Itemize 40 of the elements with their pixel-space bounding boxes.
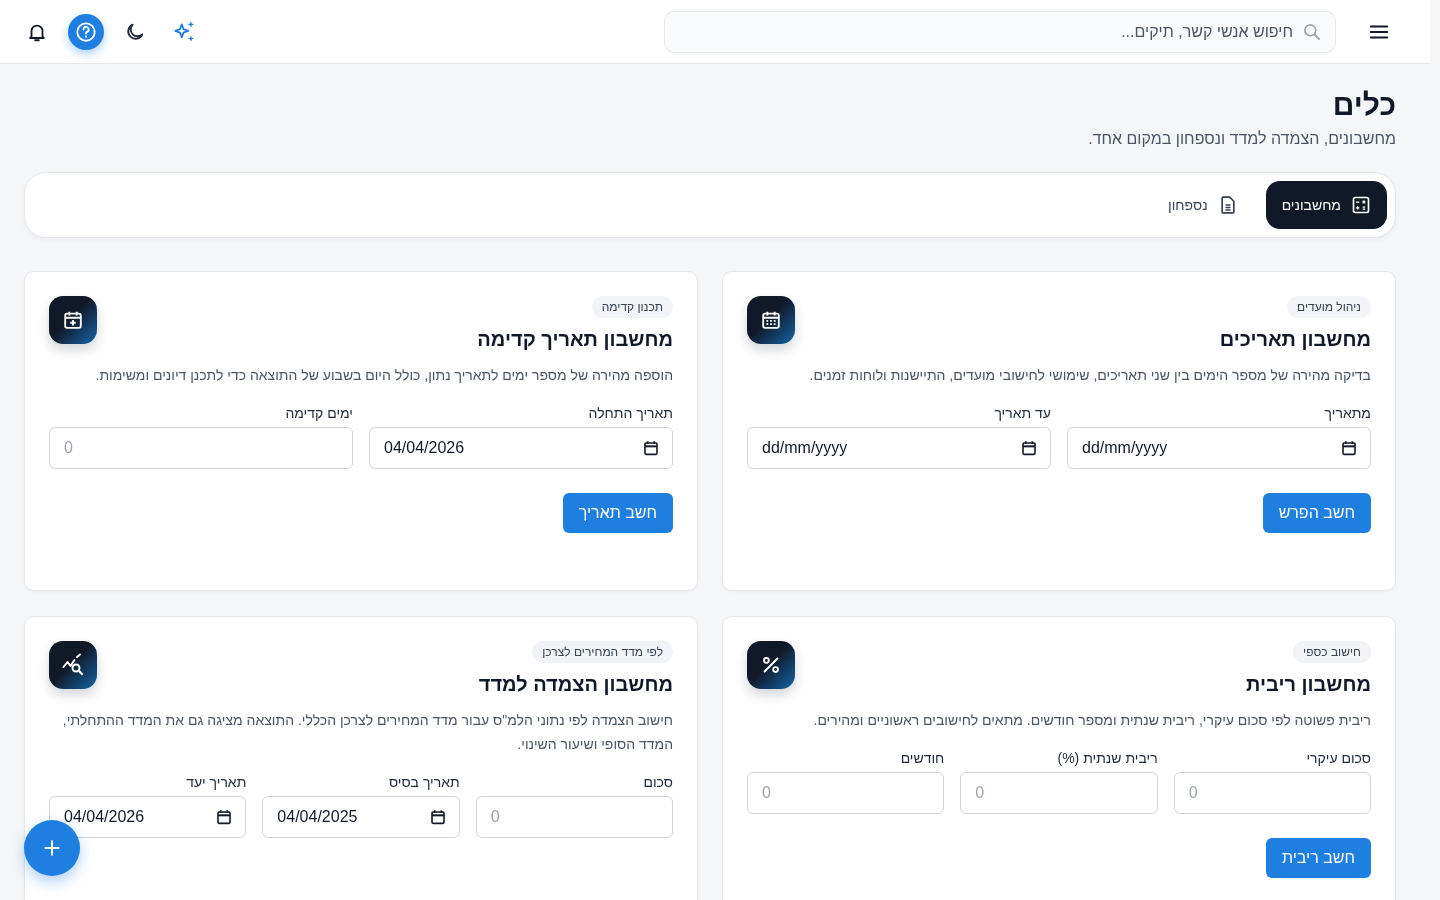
- field-label: תאריך יעד: [185, 774, 247, 790]
- category-tag: חישוב כספי: [1293, 641, 1371, 663]
- card-title: מחשבון תאריך קדימה: [477, 328, 673, 351]
- date-field[interactable]: 04/04/2025: [262, 796, 460, 838]
- field-label: תאריך בסיס: [387, 774, 460, 790]
- field-label: מתאריך: [1323, 405, 1371, 421]
- card-title: מחשבון הצמדה למדד: [478, 673, 673, 696]
- number-field[interactable]: 0: [1173, 772, 1371, 814]
- category-tag: לפי מדד המחירים לצרכן: [532, 641, 673, 663]
- number-field[interactable]: 0: [49, 427, 353, 469]
- category-tag: ניהול מועדים: [1287, 296, 1371, 318]
- tab[interactable]: מחשבונים: [1265, 181, 1387, 229]
- calculate-button[interactable]: חשב ריבית: [1265, 838, 1371, 878]
- calculate-button[interactable]: חשב תאריך: [562, 493, 673, 533]
- tab[interactable]: נספחון: [1152, 181, 1254, 229]
- card-description: חישוב הצמדה לפי נתוני הלמ"ס עבור מדד המחירים לצרכן הכללי. התוצאה מציגה גם את המדד ההתחלתי, המדד הסופי ושיעור השינוי.: [61, 711, 673, 754]
- card-description: בדיקה מהירה של מספר הימים בין שני תאריכים, שימושי לחישובי מועדים, התיישנות ולוחות זמנים.: [808, 366, 1371, 385]
- number-field[interactable]: 0: [747, 772, 945, 814]
- date-field[interactable]: 04/04/2026: [369, 427, 673, 469]
- field-label: סכום: [642, 774, 673, 790]
- field-label: ימים קדימה: [284, 405, 353, 421]
- card-title: מחשבון תאריכים: [1219, 328, 1371, 351]
- date-field[interactable]: dd/mm/yyyy: [1067, 427, 1371, 469]
- number-field[interactable]: 0: [475, 796, 673, 838]
- card-description: הוספה מהירה של מספר ימים לתאריך נתון, כולל היום בשבוע של התוצאה כדי לתכנן דיונים ומשימות.: [94, 366, 673, 385]
- field-label: ריבית שנתית (%): [1056, 750, 1158, 766]
- page-title: כלים: [1331, 88, 1396, 122]
- date-field[interactable]: 04/04/2026: [49, 796, 247, 838]
- field-label: עד תאריך: [993, 405, 1051, 421]
- number-field[interactable]: 0: [960, 772, 1158, 814]
- field-label: סכום עיקרי: [1305, 750, 1371, 766]
- card-description: ריבית פשוטה לפי סכום עיקרי, ריבית שנתית ומספר חודשים. מתאים לחישובים ראשוניים ומהירים.: [812, 711, 1371, 730]
- date-field[interactable]: dd/mm/yyyy: [747, 427, 1051, 469]
- field-label: חודשים: [899, 750, 945, 766]
- page-subtitle: מחשבונים, הצמדה למדד ונספחון במקום אחד.: [1087, 130, 1396, 148]
- card-title: מחשבון ריבית: [1246, 673, 1371, 696]
- calculate-button[interactable]: חשב הפרש: [1262, 493, 1371, 533]
- category-tag: תכנון קדימה: [591, 296, 673, 318]
- search-field[interactable]: חיפוש אנשי קשר, תיקים...: [664, 10, 1336, 53]
- field-label: תאריך התחלה: [587, 405, 673, 421]
